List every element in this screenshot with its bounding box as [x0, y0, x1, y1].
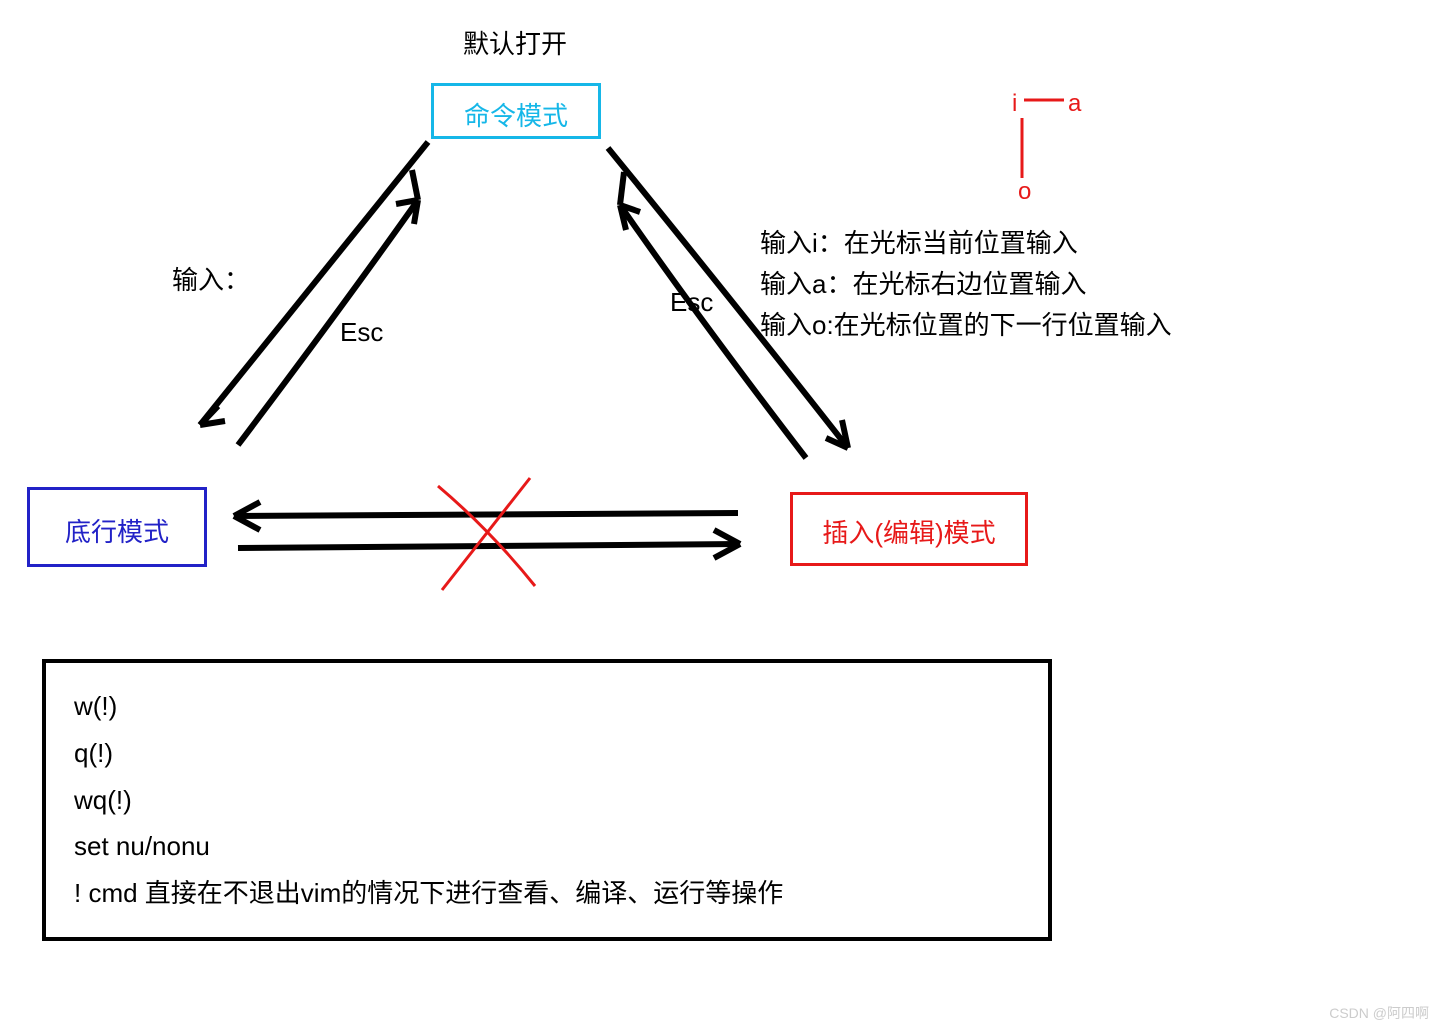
hint-line-o: 输入o:在光标位置的下一行位置输入: [760, 305, 1172, 342]
cmd-w: w(!): [74, 683, 1020, 730]
bottomline-commands-box: w(!) q(!) wq(!) set nu/nonu ! cmd 直接在不退出…: [42, 659, 1052, 941]
label-esc-left: Esc: [340, 317, 383, 348]
title-default-open: 默认打开: [463, 24, 567, 61]
mode-command: 命令模式: [431, 83, 601, 139]
hint-line-a: 输入a：在光标右边位置输入: [760, 264, 1086, 301]
cmd-setnu: set nu/nonu: [74, 823, 1020, 870]
cmd-shell: ! cmd 直接在不退出vim的情况下进行查看、编译、运行等操作: [74, 870, 1020, 917]
label-esc-right: Esc: [670, 287, 713, 318]
cmd-wq: wq(!): [74, 777, 1020, 824]
glyph-a: a: [1068, 90, 1081, 118]
mode-bottomline: 底行模式: [27, 487, 207, 567]
mode-insert: 插入(编辑)模式: [790, 492, 1028, 566]
cmd-q: q(!): [74, 730, 1020, 777]
glyph-o: o: [1018, 178, 1031, 206]
watermark: CSDN @阿四啊: [1329, 1003, 1429, 1023]
label-input-colon: 输入：: [172, 260, 250, 297]
glyph-i: i: [1012, 90, 1017, 118]
hint-line-i: 输入i：在光标当前位置输入: [760, 223, 1078, 260]
